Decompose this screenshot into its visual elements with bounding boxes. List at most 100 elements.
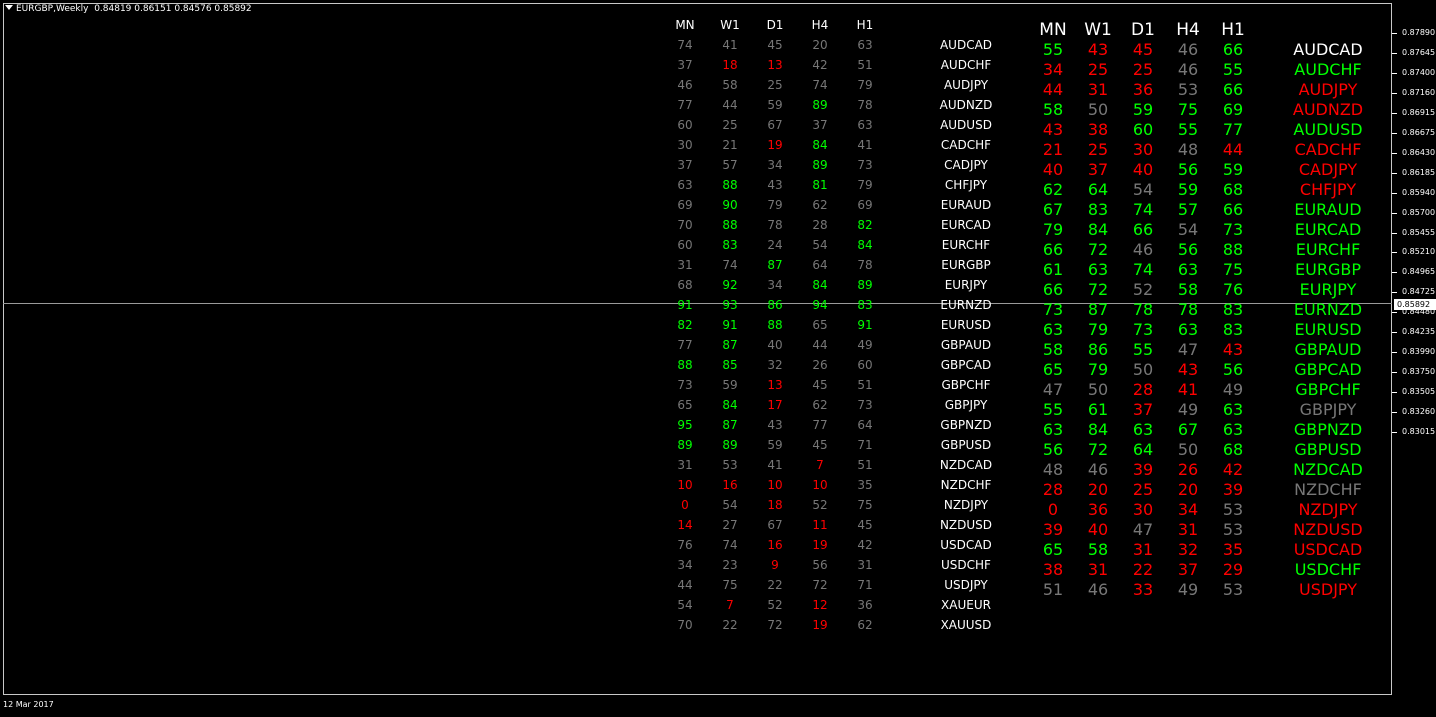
strength-value: 28 — [1042, 480, 1064, 499]
symbol-label: NZDCAD — [1293, 460, 1363, 479]
strength-value: 79 — [1087, 360, 1109, 379]
ohlc-values: 0.84819 0.86151 0.84576 0.85892 — [94, 4, 252, 14]
strength-value: 66 — [1042, 280, 1064, 299]
strength-value: 63 — [857, 38, 873, 52]
strength-value: 58 — [722, 78, 738, 92]
price-tick-mark — [1392, 432, 1397, 433]
symbol-label: USDJPY — [1299, 580, 1357, 599]
price-tick-mark — [1392, 152, 1397, 154]
strength-value: 67 — [1177, 420, 1199, 439]
strength-value: 59 — [722, 378, 738, 392]
strength-value: 16 — [722, 478, 738, 492]
symbol-label: GBPAUD — [1294, 340, 1362, 359]
strength-value: 52 — [1132, 280, 1154, 299]
strength-value: 22 — [722, 618, 738, 632]
strength-value: 48 — [1042, 460, 1064, 479]
strength-value: 74 — [1132, 260, 1154, 279]
strength-value: 91 — [677, 298, 693, 312]
strength-value: 83 — [1222, 320, 1244, 339]
strength-value: 53 — [1177, 80, 1199, 99]
strength-value: 63 — [1177, 320, 1199, 339]
strength-value: 84 — [722, 398, 738, 412]
strength-value: 30 — [677, 138, 693, 152]
strength-value: 75 — [1177, 100, 1199, 119]
price-tick-mark — [1392, 372, 1397, 374]
strength-value: 83 — [1087, 200, 1109, 219]
strength-value: 36 — [1132, 80, 1154, 99]
price-tick-label: 0.83505 — [1402, 387, 1436, 397]
strength-value: 63 — [677, 178, 693, 192]
strength-value: 62 — [857, 618, 873, 632]
symbol-label: AUDCAD — [939, 38, 993, 52]
strength-value: 89 — [677, 438, 693, 452]
strength-value: 56 — [812, 558, 828, 572]
strength-value: 89 — [857, 278, 873, 292]
strength-value: 72 — [1087, 440, 1109, 459]
symbol-label: GBPNZD — [1293, 420, 1363, 439]
strength-value: 58 — [1087, 540, 1109, 559]
strength-value: 43 — [1087, 40, 1109, 59]
strength-value: 95 — [677, 418, 693, 432]
strength-value: 51 — [857, 458, 873, 472]
strength-value: 65 — [1042, 540, 1064, 559]
strength-value: 63 — [1042, 320, 1064, 339]
strength-value: 69 — [857, 198, 873, 212]
strength-value: 51 — [1042, 580, 1064, 599]
current-price-label: 0.85892 — [1394, 299, 1436, 310]
strength-value: 64 — [812, 258, 828, 272]
strength-value: 89 — [722, 438, 738, 452]
symbol-label: EURCAD — [941, 218, 991, 232]
strength-value: 87 — [767, 258, 783, 272]
strength-value: 38 — [1042, 560, 1064, 579]
strength-value: 20 — [1177, 480, 1199, 499]
strength-value: 40 — [1042, 160, 1064, 179]
strength-value: 37 — [677, 58, 693, 72]
strength-value: 78 — [857, 98, 873, 112]
symbol-label: CADCHF — [940, 138, 992, 152]
price-tick-label: 0.85940 — [1402, 187, 1436, 197]
strength-value: 37 — [812, 118, 828, 132]
strength-value: 73 — [857, 158, 873, 172]
price-tick-mark — [1392, 232, 1397, 234]
strength-value: 0 — [1047, 500, 1059, 519]
strength-value: 73 — [857, 398, 873, 412]
strength-value: 75 — [857, 498, 873, 512]
strength-value: 25 — [1132, 60, 1154, 79]
strength-value: 60 — [1132, 120, 1154, 139]
strength-value: 66 — [1132, 220, 1154, 239]
strength-value: 52 — [812, 498, 828, 512]
symbol-label: GBPJPY — [944, 398, 988, 412]
strength-value: 34 — [1042, 60, 1064, 79]
symbol-label: AUDNZD — [1292, 100, 1364, 119]
strength-value: 66 — [1222, 40, 1244, 59]
strength-value: 52 — [767, 598, 783, 612]
strength-value: 61 — [1042, 260, 1064, 279]
symbol-label: NZDUSD — [1293, 520, 1363, 539]
strength-value: 34 — [767, 278, 783, 292]
strength-value: 13 — [767, 58, 783, 72]
price-tick-label: 0.87890 — [1402, 28, 1436, 37]
price-tick-label: 0.85210 — [1402, 247, 1436, 257]
strength-value: 58 — [1042, 340, 1064, 359]
symbol-label: EURAUD — [940, 198, 992, 212]
strength-value: 54 — [812, 238, 828, 252]
strength-value: 19 — [812, 538, 828, 552]
strength-value: 79 — [1087, 320, 1109, 339]
strength-value: 51 — [857, 58, 873, 72]
price-tick-mark — [1392, 272, 1397, 274]
strength-value: 29 — [1222, 560, 1244, 579]
price-tick-mark — [1392, 52, 1397, 54]
price-scale[interactable]: 0.87890 0.87645 0.87400 0.87160 0.86915 0.866… — [1392, 0, 1436, 700]
column-header-d1: D1 — [1131, 20, 1155, 40]
price-tick-mark — [1392, 212, 1397, 214]
price-tick-mark — [1392, 33, 1397, 34]
symbol-label: CHFJPY — [1299, 180, 1357, 199]
strength-value: 21 — [1042, 140, 1064, 159]
strength-value: 7 — [816, 458, 824, 472]
strength-value: 44 — [722, 98, 738, 112]
symbol-label: AUDNZD — [939, 98, 993, 112]
dropdown-arrow-icon[interactable] — [5, 5, 13, 10]
symbol-label: XAUUSD — [940, 618, 992, 632]
strength-value: 55 — [1042, 40, 1064, 59]
strength-value: 77 — [677, 338, 693, 352]
